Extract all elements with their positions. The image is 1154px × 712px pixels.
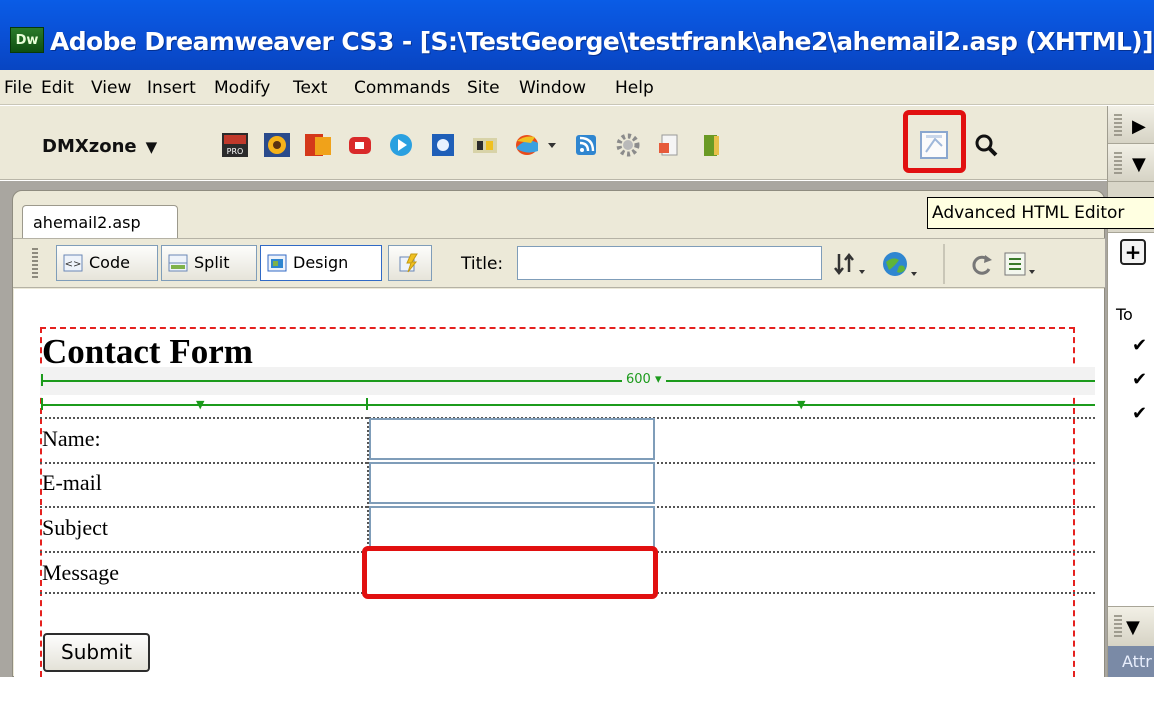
ruler-tick: [41, 398, 43, 410]
design-view-label: Design: [293, 253, 349, 272]
preview-globe-icon[interactable]: [881, 248, 921, 282]
rss-icon[interactable]: [570, 129, 602, 161]
checkmark-icon: ✔: [1132, 335, 1148, 356]
menu-site[interactable]: Site: [467, 78, 500, 98]
name-field[interactable]: [369, 418, 655, 460]
email-field[interactable]: [369, 462, 655, 504]
toolbar-separator: [943, 244, 945, 284]
window-title: Adobe Dreamweaver CS3 - [S:\TestGeorge\t…: [50, 27, 1154, 56]
advanced-html-editor-highlight: [903, 110, 966, 173]
message-field[interactable]: [362, 546, 658, 599]
live-data-button[interactable]: [388, 245, 432, 281]
tooltip: Advanced HTML Editor: [927, 197, 1154, 229]
right-panel-dock: ▶ ▼ + To ✔ ✔ ✔ ▼ Attr: [1107, 106, 1154, 712]
sunflower-icon[interactable]: [261, 129, 293, 161]
menu-view[interactable]: View: [91, 78, 131, 98]
settings-cog-icon[interactable]: [612, 129, 644, 161]
subject-field[interactable]: [369, 506, 655, 548]
insert-category-label: DMXzone: [42, 136, 137, 157]
view-options-icon[interactable]: [1003, 250, 1043, 280]
menu-help[interactable]: Help: [615, 78, 654, 98]
panel-group-header[interactable]: ▼: [1108, 606, 1154, 646]
title-label: Title:: [461, 254, 504, 274]
page-heading[interactable]: Contact Form: [42, 332, 253, 372]
code-view-button[interactable]: <> Code: [56, 245, 158, 281]
code-icon: <>: [63, 254, 83, 272]
split-icon: [168, 254, 188, 272]
book-icon[interactable]: [695, 129, 727, 161]
file-management-icon[interactable]: [831, 250, 871, 280]
play-button-icon[interactable]: [385, 129, 417, 161]
message-label[interactable]: Message: [42, 560, 119, 586]
document-tab[interactable]: ahemail2.asp: [22, 205, 178, 238]
design-view-button[interactable]: Design: [260, 245, 382, 281]
table-width-value: 600: [626, 372, 651, 387]
split-view-button[interactable]: Split: [161, 245, 257, 281]
submit-button[interactable]: Submit: [43, 633, 150, 672]
table-width-guide: [42, 380, 1095, 382]
table-width-label[interactable]: 600 ▾: [622, 372, 666, 387]
code-view-label: Code: [89, 253, 130, 272]
grip-icon[interactable]: [1114, 114, 1122, 136]
checkmark-icon: ✔: [1132, 403, 1148, 424]
menu-file[interactable]: File: [4, 78, 32, 98]
panel-group-header[interactable]: ▼: [1108, 144, 1154, 182]
email-label[interactable]: E-mail: [42, 470, 102, 496]
search-icon[interactable]: [970, 129, 1002, 161]
ruler-tick: [41, 374, 43, 386]
expand-arrow-icon[interactable]: ▶: [1132, 116, 1146, 137]
ruler-tick: [366, 398, 368, 410]
collapse-arrow-icon[interactable]: ▼: [1126, 617, 1140, 638]
column-menu-arrow-icon[interactable]: ▼: [196, 398, 204, 411]
collapse-arrow-icon[interactable]: ▼: [1132, 154, 1146, 175]
title-bar: Dw Adobe Dreamweaver CS3 - [S:\TestGeorg…: [0, 0, 1154, 70]
gallery-icon[interactable]: [469, 129, 501, 161]
menu-window[interactable]: Window: [519, 78, 586, 98]
panel-group-header[interactable]: ▶: [1108, 106, 1154, 144]
insert-category-dropdown[interactable]: DMXzone ▼: [42, 136, 157, 157]
design-icon: [267, 254, 287, 272]
svg-text:PRO: PRO: [227, 147, 244, 156]
name-label[interactable]: Name:: [42, 426, 101, 452]
column-menu-arrow-icon[interactable]: ▼: [797, 398, 805, 411]
flash-movie-icon[interactable]: [302, 129, 334, 161]
grip-icon[interactable]: [1114, 615, 1122, 637]
menu-insert[interactable]: Insert: [147, 78, 196, 98]
pro-icon[interactable]: PRO: [219, 129, 251, 161]
panel-label: To: [1116, 305, 1133, 324]
menu-edit[interactable]: Edit: [41, 78, 74, 98]
checkmark-icon: ✔: [1132, 369, 1148, 390]
menu-bar: File Edit View Insert Modify Text Comman…: [0, 70, 1154, 105]
split-view-label: Split: [194, 253, 230, 272]
dreamweaver-logo: Dw: [10, 27, 44, 53]
title-input[interactable]: [517, 246, 822, 280]
page-icon[interactable]: [653, 129, 685, 161]
menu-commands[interactable]: Commands: [354, 78, 450, 98]
globe-color-icon[interactable]: [511, 129, 561, 161]
subject-label[interactable]: Subject: [42, 515, 108, 541]
toolbar-grip-icon[interactable]: [32, 248, 38, 280]
menu-text[interactable]: Text: [293, 78, 327, 98]
add-icon[interactable]: +: [1120, 239, 1146, 265]
refresh-icon[interactable]: [968, 252, 994, 278]
image-effect-icon[interactable]: [427, 129, 459, 161]
live-data-icon: [399, 253, 418, 273]
dropdown-arrow-icon: ▼: [145, 138, 158, 156]
svg-text:<>: <>: [65, 259, 82, 270]
properties-panel-label[interactable]: Attr: [1108, 646, 1154, 677]
red-media-icon[interactable]: [344, 129, 376, 161]
grip-icon[interactable]: [1114, 152, 1122, 174]
menu-modify[interactable]: Modify: [214, 78, 270, 98]
